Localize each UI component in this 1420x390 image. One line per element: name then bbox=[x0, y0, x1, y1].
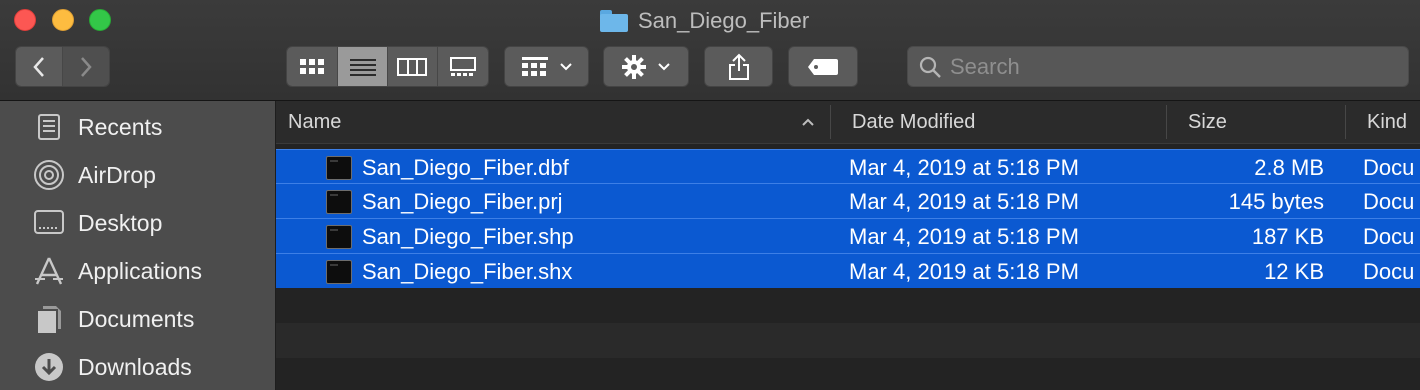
column-divider[interactable] bbox=[1166, 105, 1167, 139]
search-field[interactable] bbox=[907, 46, 1409, 87]
file-icon bbox=[326, 224, 352, 249]
file-kind: Docu bbox=[1363, 188, 1415, 214]
forward-button[interactable] bbox=[62, 47, 109, 86]
file-size: 12 KB bbox=[1264, 258, 1324, 284]
share-button[interactable] bbox=[704, 46, 773, 87]
file-name: San_Diego_Fiber.prj bbox=[362, 188, 563, 214]
window-title: San_Diego_Fiber bbox=[600, 6, 809, 36]
icon-view-button[interactable] bbox=[287, 47, 339, 86]
sidebar: Recents AirDrop Desktop Applications Doc… bbox=[0, 101, 275, 390]
file-icon bbox=[326, 155, 352, 180]
gallery-view-button[interactable] bbox=[437, 47, 488, 86]
list-view-button[interactable] bbox=[338, 47, 388, 86]
sidebar-item-label: Documents bbox=[78, 305, 195, 332]
window-toolbar: San_Diego_Fiber bbox=[0, 0, 1420, 101]
applications-icon bbox=[32, 254, 66, 288]
gear-icon bbox=[622, 54, 646, 79]
file-size: 2.8 MB bbox=[1254, 154, 1324, 180]
close-window-button[interactable] bbox=[14, 9, 36, 31]
chevron-right-icon bbox=[80, 56, 92, 77]
sidebar-item-label: Desktop bbox=[78, 209, 163, 236]
sidebar-item-label: Downloads bbox=[78, 353, 192, 380]
sidebar-item-label: Applications bbox=[78, 257, 203, 284]
search-input[interactable] bbox=[950, 53, 1390, 80]
file-name: San_Diego_Fiber.dbf bbox=[362, 154, 569, 180]
zoom-window-button[interactable] bbox=[89, 9, 111, 31]
file-kind: Docu bbox=[1363, 258, 1415, 284]
desktop-icon bbox=[32, 206, 66, 240]
column-name-header[interactable]: Name bbox=[288, 101, 341, 144]
table-row[interactable]: San_Diego_Fiber.dbf Mar 4, 2019 at 5:18 … bbox=[276, 149, 1420, 184]
file-kind: Docu bbox=[1363, 154, 1415, 180]
column-header: Name Date Modified Size Kind bbox=[276, 101, 1420, 144]
file-kind: Docu bbox=[1363, 223, 1415, 249]
table-row[interactable]: San_Diego_Fiber.shx Mar 4, 2019 at 5:18 … bbox=[276, 253, 1420, 288]
empty-row bbox=[276, 288, 1420, 323]
file-date: Mar 4, 2019 at 5:18 PM bbox=[849, 258, 1079, 284]
downloads-icon bbox=[32, 350, 66, 384]
file-name: San_Diego_Fiber.shx bbox=[362, 258, 573, 284]
documents-icon bbox=[32, 302, 66, 336]
action-button[interactable] bbox=[603, 46, 689, 87]
back-button[interactable] bbox=[16, 47, 63, 86]
search-icon bbox=[919, 56, 941, 78]
view-mode-control bbox=[286, 46, 489, 87]
chevron-down-icon bbox=[658, 62, 670, 70]
sidebar-item-recents[interactable]: Recents bbox=[0, 103, 275, 151]
file-date: Mar 4, 2019 at 5:18 PM bbox=[849, 223, 1079, 249]
file-size: 145 bytes bbox=[1228, 188, 1324, 214]
nav-buttons bbox=[15, 46, 110, 87]
column-divider[interactable] bbox=[830, 105, 831, 139]
sidebar-item-documents[interactable]: Documents bbox=[0, 295, 275, 343]
columns-icon bbox=[397, 57, 428, 76]
tags-button[interactable] bbox=[788, 46, 858, 87]
empty-row bbox=[276, 323, 1420, 358]
table-row[interactable]: San_Diego_Fiber.shp Mar 4, 2019 at 5:18 … bbox=[276, 218, 1420, 253]
list-icon bbox=[349, 58, 376, 76]
minimize-window-button[interactable] bbox=[52, 9, 74, 31]
chevron-left-icon bbox=[33, 56, 44, 77]
recents-icon bbox=[32, 110, 66, 144]
sidebar-item-downloads[interactable]: Downloads bbox=[0, 343, 275, 390]
file-date: Mar 4, 2019 at 5:18 PM bbox=[849, 188, 1079, 214]
gallery-icon bbox=[449, 56, 476, 76]
file-size: 187 KB bbox=[1251, 223, 1324, 249]
file-list: Name Date Modified Size Kind San_Diego_F… bbox=[276, 101, 1420, 390]
table-row[interactable]: San_Diego_Fiber.prj Mar 4, 2019 at 5:18 … bbox=[276, 183, 1420, 218]
file-name: San_Diego_Fiber.shp bbox=[362, 223, 574, 249]
column-divider[interactable] bbox=[1345, 105, 1346, 139]
airdrop-icon bbox=[32, 158, 66, 192]
column-date-header[interactable]: Date Modified bbox=[852, 101, 975, 144]
sidebar-item-label: AirDrop bbox=[78, 161, 156, 188]
empty-row bbox=[276, 358, 1420, 390]
column-kind-header[interactable]: Kind bbox=[1367, 101, 1407, 144]
column-size-header[interactable]: Size bbox=[1188, 101, 1227, 144]
column-view-button[interactable] bbox=[388, 47, 438, 86]
chevron-down-icon bbox=[559, 62, 572, 70]
sort-ascending-icon bbox=[802, 118, 814, 126]
file-icon bbox=[326, 259, 352, 284]
group-grid-icon bbox=[521, 56, 548, 76]
sidebar-item-applications[interactable]: Applications bbox=[0, 247, 275, 295]
share-icon bbox=[728, 53, 749, 80]
sidebar-item-airdrop[interactable]: AirDrop bbox=[0, 151, 275, 199]
group-by-button[interactable] bbox=[504, 46, 589, 87]
tag-icon bbox=[808, 58, 838, 75]
sidebar-item-label: Recents bbox=[78, 113, 163, 140]
window-title-text: San_Diego_Fiber bbox=[638, 8, 810, 33]
file-date: Mar 4, 2019 at 5:18 PM bbox=[849, 154, 1079, 180]
sidebar-item-desktop[interactable]: Desktop bbox=[0, 199, 275, 247]
folder-icon bbox=[600, 10, 628, 32]
grid-icon bbox=[300, 58, 325, 74]
file-icon bbox=[326, 189, 352, 214]
